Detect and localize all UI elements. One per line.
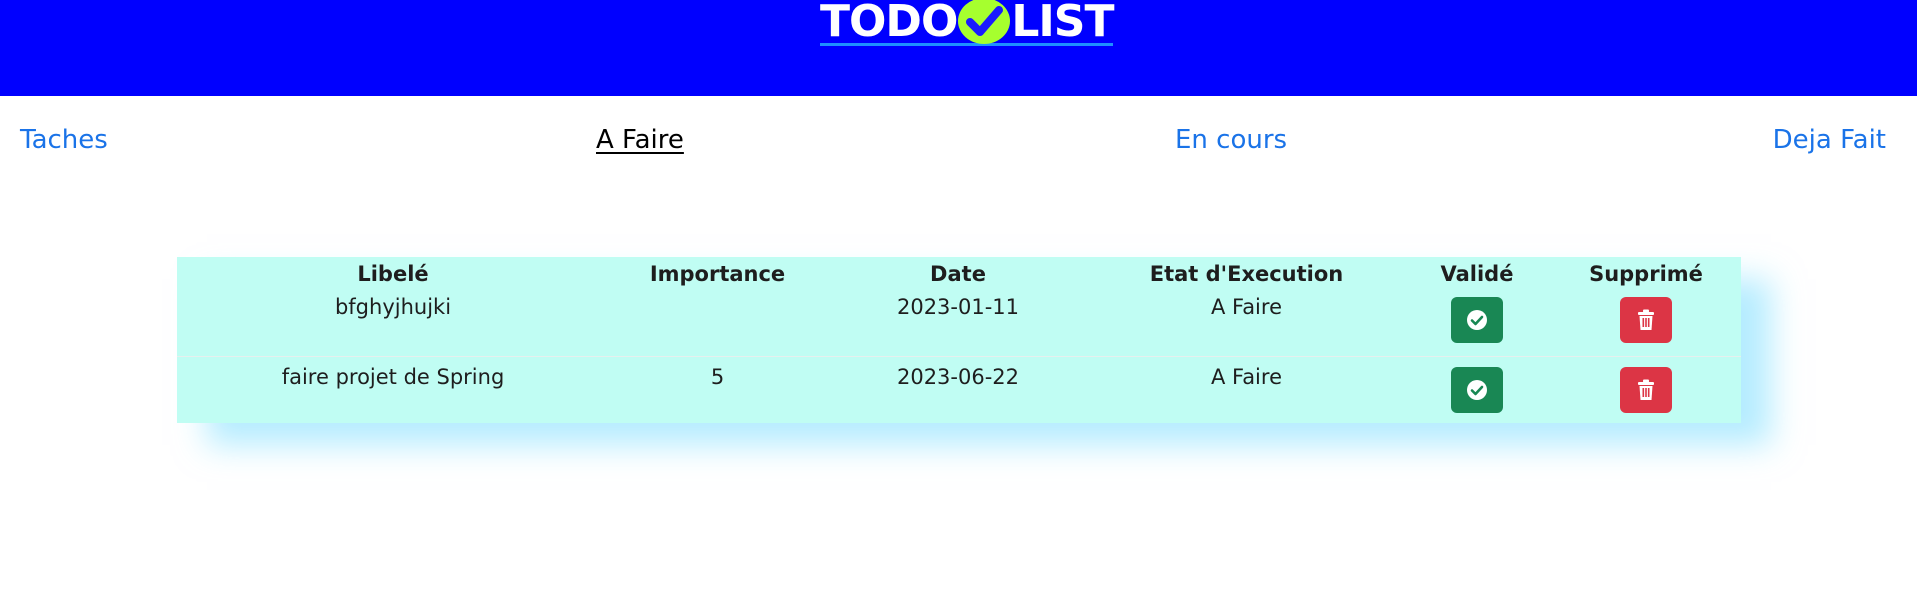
cell-etat: A Faire <box>1090 355 1403 421</box>
nav-link-deja-fait[interactable]: Deja Fait <box>1773 120 1886 160</box>
delete-button[interactable] <box>1620 297 1672 343</box>
column-header-etat: Etat d'Execution <box>1149 262 1344 286</box>
app-logo[interactable]: TODO LIST <box>820 0 1114 47</box>
cell-supprime <box>1551 291 1741 356</box>
column-header-libele: Libelé <box>357 262 429 286</box>
column-header-supprime: Supprimé <box>1589 262 1703 286</box>
cell-libele: faire projet de Spring <box>177 355 609 421</box>
column-header-date: Date <box>930 262 986 286</box>
nav-link-en-cours[interactable]: En cours <box>1175 120 1287 160</box>
cell-libele: bfghyjhujki <box>334 295 452 319</box>
cell-date: 2023-01-11 <box>896 295 1020 319</box>
trash-icon <box>1638 379 1654 400</box>
tasks-table-container: Libelé Importance Date Etat d'Execution … <box>177 257 1741 423</box>
check-circle-icon <box>1467 310 1487 330</box>
logo-text-todo: TODO <box>820 0 958 47</box>
column-header-importance: Importance <box>649 262 786 286</box>
app-header: TODO LIST <box>0 0 1917 96</box>
cell-supprime <box>1551 355 1741 421</box>
cell-date: 2023-06-22 <box>826 355 1090 421</box>
logo-text-list: LIST <box>1011 0 1114 47</box>
cell-importance <box>609 291 826 356</box>
nav-link-a-faire[interactable]: A Faire <box>596 120 684 160</box>
cell-valide <box>1403 355 1551 421</box>
validate-button[interactable] <box>1451 366 1503 413</box>
table-header-row: Libelé Importance Date Etat d'Execution … <box>177 257 1741 291</box>
cell-etat: A Faire <box>1211 295 1282 319</box>
cell-importance: 5 <box>609 355 826 421</box>
tasks-table: Libelé Importance Date Etat d'Execution … <box>177 257 1741 421</box>
nav-link-taches[interactable]: Taches <box>20 120 108 160</box>
column-header-valide: Validé <box>1440 262 1514 286</box>
validate-button[interactable] <box>1451 297 1503 343</box>
check-circle-icon <box>1467 379 1487 400</box>
trash-icon <box>1638 309 1654 330</box>
check-circle-icon <box>958 0 1011 44</box>
table-row: bfghyjhujki 2023-01-11 A Faire <box>177 291 1741 356</box>
main-nav: Taches A Faire En cours Deja Fait <box>0 120 1920 160</box>
delete-button[interactable] <box>1620 366 1672 413</box>
cell-valide <box>1403 291 1551 356</box>
table-row: faire projet de Spring 5 2023-06-22 A Fa… <box>177 355 1741 421</box>
